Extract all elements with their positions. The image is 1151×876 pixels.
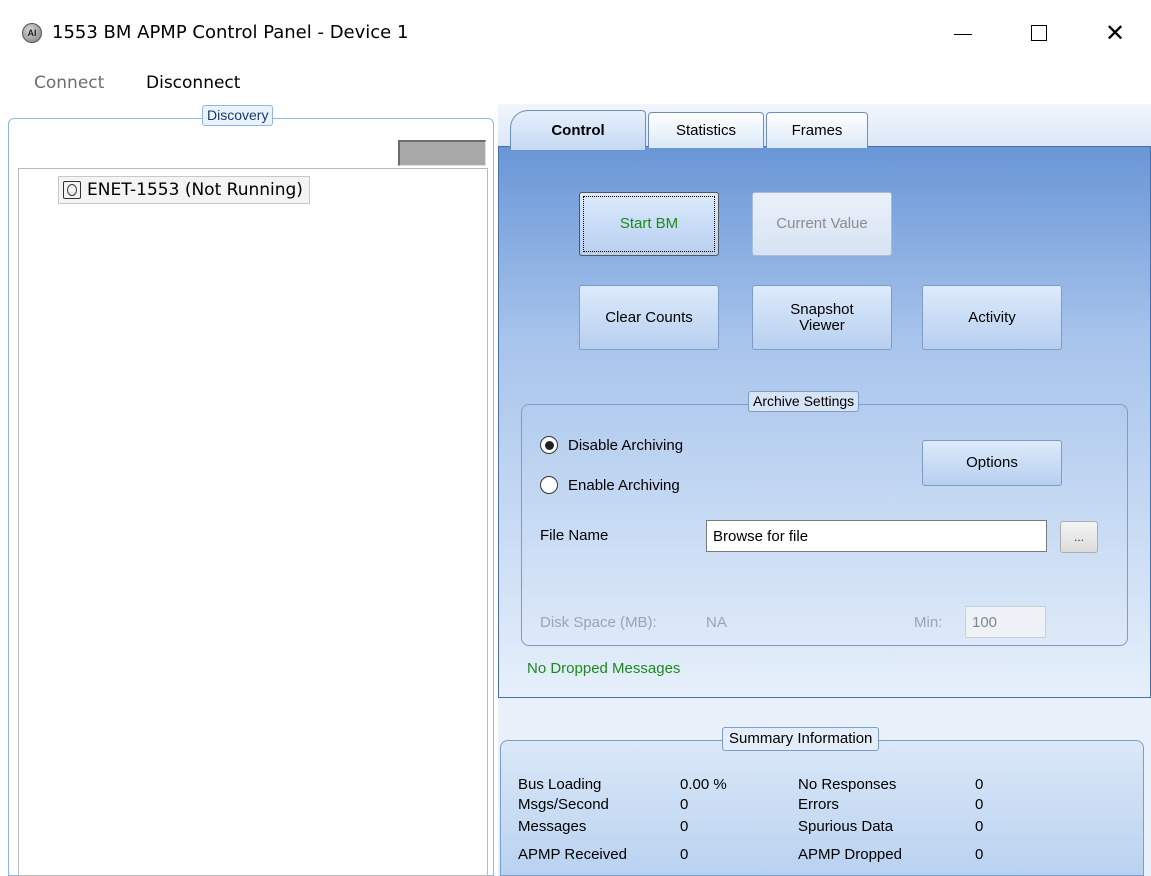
errors-label: Errors <box>798 796 839 813</box>
minimize-icon <box>954 33 972 35</box>
tab-control[interactable]: Control <box>510 110 646 150</box>
browse-button[interactable]: ... <box>1060 521 1098 553</box>
msgs-per-second-value: 0 <box>680 796 689 813</box>
file-name-label: File Name <box>540 527 609 544</box>
activity-button[interactable]: Activity <box>922 285 1062 350</box>
apmp-received-label: APMP Received <box>518 846 627 863</box>
disk-space-label: Disk Space (MB): <box>540 614 657 631</box>
dropped-messages-status: No Dropped Messages <box>527 660 681 677</box>
bus-loading-value: 0.00 % <box>680 776 727 793</box>
disk-space-value: NA <box>706 614 727 631</box>
app-icon: AI <box>22 23 42 43</box>
msgs-per-second-label: Msgs/Second <box>518 796 609 813</box>
discovery-progress-indicator <box>398 140 486 166</box>
tree-item-enet-1553[interactable]: ENET-1553 (Not Running) <box>58 176 310 204</box>
title-bar: AI 1553 BM APMP Control Panel - Device 1… <box>0 0 1151 64</box>
start-bm-button[interactable]: Start BM <box>579 192 719 256</box>
minimize-button[interactable] <box>940 16 986 50</box>
tab-frames[interactable]: Frames <box>766 112 868 148</box>
device-tree[interactable] <box>18 168 488 876</box>
archive-settings-legend: Archive Settings <box>748 391 860 412</box>
no-responses-value: 0 <box>975 776 984 793</box>
options-button[interactable]: Options <box>922 440 1062 486</box>
maximize-icon <box>1031 25 1047 41</box>
discovery-legend: Discovery <box>202 105 274 126</box>
menu-bar: Connect Disconnect <box>0 64 1151 100</box>
spurious-data-value: 0 <box>975 818 984 835</box>
radio-button-unchecked[interactable] <box>540 476 558 494</box>
device-status-icon <box>63 181 81 199</box>
radio-button-checked[interactable] <box>540 436 558 454</box>
apmp-dropped-label: APMP Dropped <box>798 846 902 863</box>
enable-archiving-label: Enable Archiving <box>568 476 680 494</box>
maximize-button[interactable] <box>1016 16 1062 50</box>
tab-statistics[interactable]: Statistics <box>648 112 764 148</box>
bus-loading-label: Bus Loading <box>518 776 602 793</box>
min-input[interactable] <box>965 606 1046 638</box>
file-name-input[interactable] <box>706 520 1047 552</box>
snapshot-viewer-button[interactable]: Snapshot Viewer <box>752 285 892 350</box>
spurious-data-label: Spurious Data <box>798 818 894 835</box>
tab-statistics-label: Statistics <box>675 122 736 139</box>
no-responses-label: No Responses <box>798 776 897 793</box>
tab-control-label: Control <box>551 122 605 139</box>
apmp-dropped-value: 0 <box>975 846 984 863</box>
close-button[interactable]: ✕ <box>1092 16 1138 50</box>
window-title: 1553 BM APMP Control Panel - Device 1 <box>52 22 409 43</box>
errors-value: 0 <box>975 796 984 813</box>
summary-information-legend: Summary Information <box>722 727 880 751</box>
menu-disconnect[interactable]: Disconnect <box>146 73 240 93</box>
tree-item-label: ENET-1553 (Not Running) <box>87 180 303 200</box>
disable-archiving-label: Disable Archiving <box>568 436 684 454</box>
messages-label: Messages <box>518 818 587 835</box>
close-icon: ✕ <box>1104 19 1126 47</box>
clear-counts-button[interactable]: Clear Counts <box>579 285 719 350</box>
snapshot-viewer-label: Snapshot Viewer <box>790 300 854 334</box>
min-label: Min: <box>914 614 943 631</box>
messages-value: 0 <box>680 818 689 835</box>
apmp-received-value: 0 <box>680 846 689 863</box>
disable-archiving-radio[interactable]: Disable Archiving <box>540 436 683 454</box>
menu-connect[interactable]: Connect <box>34 73 104 93</box>
current-value-button[interactable]: Current Value <box>752 192 892 256</box>
enable-archiving-radio[interactable]: Enable Archiving <box>540 476 680 494</box>
tab-frames-label: Frames <box>791 122 843 139</box>
